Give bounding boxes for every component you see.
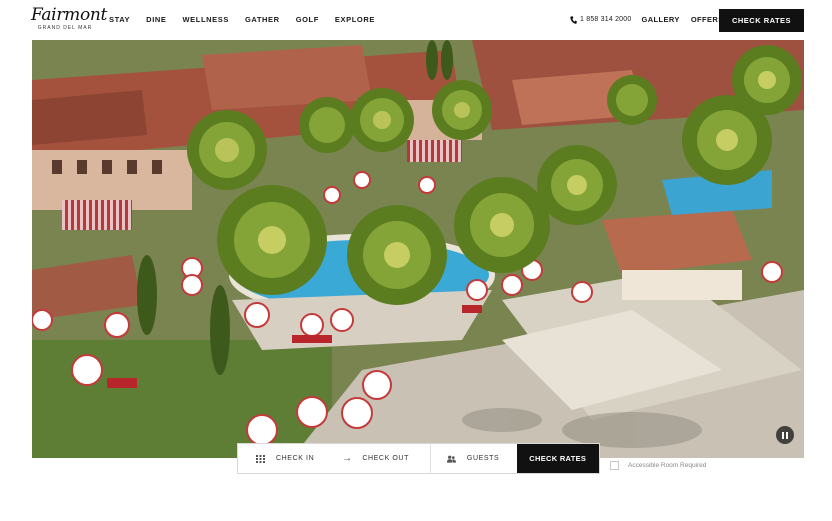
accessible-room-option: Accessible Room Required	[610, 461, 706, 470]
utility-nav: 1 858 314 2000 GALLERY OFFERS	[570, 15, 735, 24]
check-out-field[interactable]: CHECK OUT	[362, 444, 431, 473]
nav-gather[interactable]: GATHER	[245, 15, 280, 24]
logo-wordmark: Fairmont	[31, 5, 108, 25]
hero-video	[32, 40, 804, 458]
site-header: Fairmont GRAND DEL MAR STAY DINE WELLNES…	[0, 0, 832, 40]
phone-icon	[570, 15, 577, 24]
nav-wellness[interactable]: WELLNESS	[183, 15, 229, 24]
nav-explore[interactable]: EXPLORE	[335, 15, 375, 24]
nav-stay[interactable]: STAY	[109, 15, 130, 24]
header-check-rates-button[interactable]: CHECK RATES	[719, 9, 804, 32]
aerial-resort-image	[32, 40, 804, 458]
check-out-label: CHECK OUT	[362, 455, 409, 462]
calendar-icon	[256, 454, 265, 463]
fairmont-logo[interactable]: Fairmont GRAND DEL MAR	[31, 5, 108, 35]
phone-link[interactable]: 1 858 314 2000	[570, 15, 632, 24]
booking-bar: CHECK IN → CHECK OUT GUESTS CHECK RATES	[237, 443, 600, 474]
guests-label: GUESTS	[466, 455, 500, 462]
accessible-room-checkbox[interactable]	[610, 461, 619, 470]
gallery-link[interactable]: GALLERY	[641, 15, 679, 24]
pause-icon-bar	[786, 431, 788, 439]
nav-golf[interactable]: GOLF	[296, 15, 319, 24]
pause-icon	[782, 431, 784, 439]
phone-number: 1 858 314 2000	[580, 16, 632, 23]
guests-field[interactable]: GUESTS	[431, 444, 517, 473]
check-in-field[interactable]: CHECK IN	[238, 444, 333, 473]
logo-subtitle: GRAND DEL MAR	[37, 25, 93, 31]
main-nav: STAY DINE WELLNESS GATHER GOLF EXPLORE	[109, 15, 391, 24]
arrow-right-icon: →	[342, 453, 353, 464]
check-in-label: CHECK IN	[276, 455, 315, 462]
pause-video-button[interactable]	[776, 426, 794, 444]
accessible-room-label: Accessible Room Required	[628, 462, 707, 469]
booking-check-rates-button[interactable]: CHECK RATES	[516, 444, 599, 473]
guests-icon	[446, 455, 456, 463]
nav-dine[interactable]: DINE	[146, 15, 166, 24]
